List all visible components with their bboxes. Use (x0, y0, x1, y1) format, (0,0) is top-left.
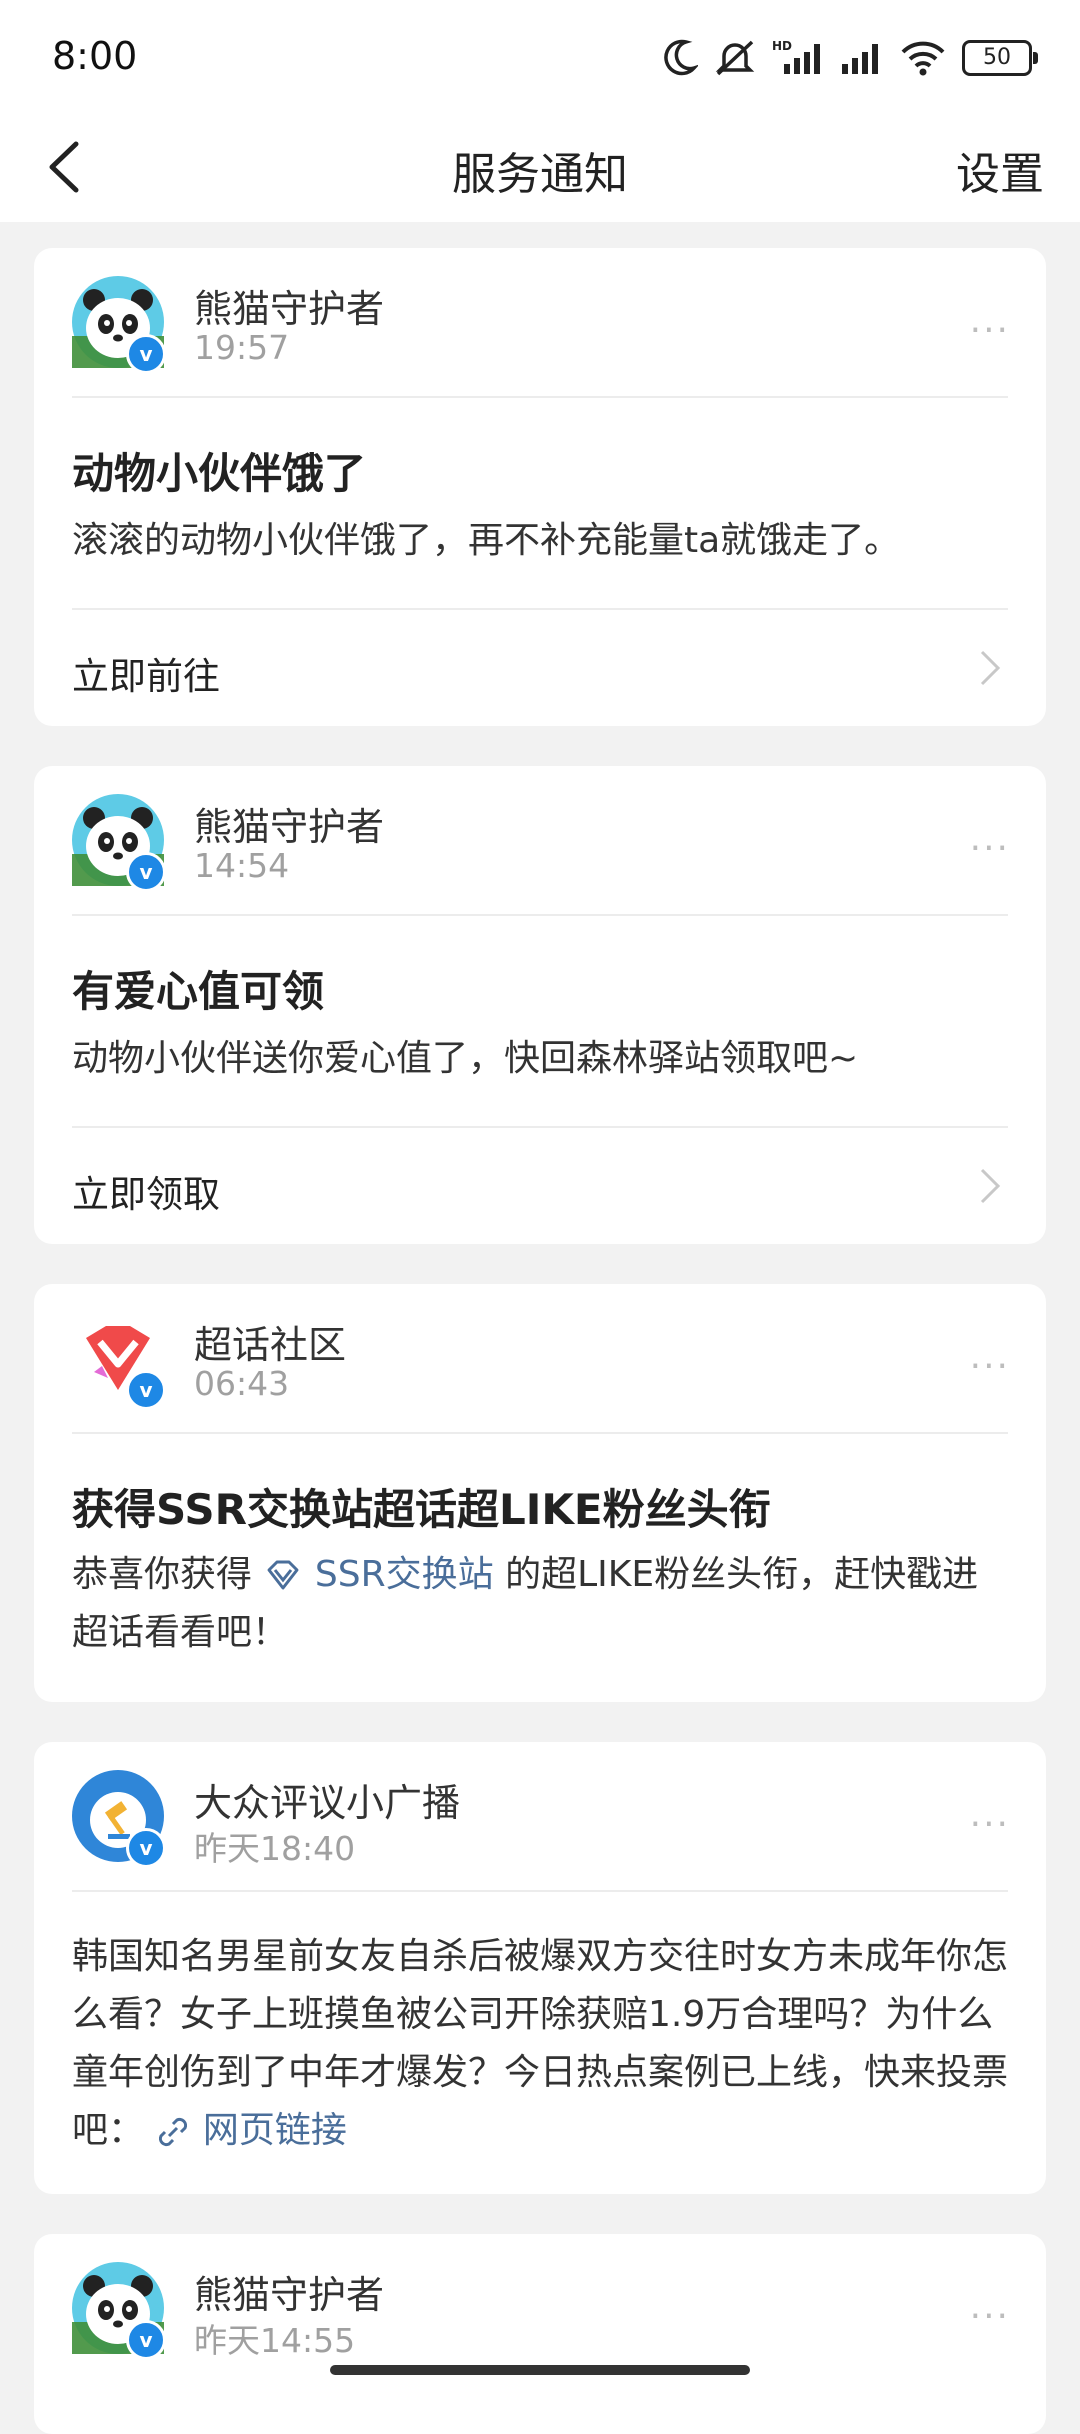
card-header: v 熊猫守护者 19:57 ··· (34, 248, 1046, 398)
card-header: v 熊猫守护者 昨天14:55 ··· (34, 2234, 1046, 2384)
more-options-icon[interactable]: ··· (970, 828, 1010, 869)
hd-signal-icon: HD (772, 39, 820, 74)
message-time: 14:54 (194, 846, 290, 885)
notification-title: 动物小伙伴饿了 (72, 449, 367, 498)
go-now-action[interactable]: 立即前往 (72, 646, 220, 700)
diamond-icon (267, 1560, 299, 1590)
notification-body: 韩国知名男星前女友自杀后被爆双方交往时女方未成年你怎么看？女子上班摸鱼被公司开除… (72, 1928, 1008, 2160)
moon-icon (664, 39, 698, 76)
notification-body: 滚滚的动物小伙伴饿了，再不补充能量ta就饿走了。 (72, 520, 901, 561)
divider (72, 914, 1008, 916)
notification-card: v 熊猫守护者 14:54 ··· 有爱心值可领 动物小伙伴送你爱心值了，快回森… (34, 766, 1046, 1244)
notification-card: v 熊猫守护者 19:57 ··· 动物小伙伴饿了 滚滚的动物小伙伴饿了，再不补… (34, 248, 1046, 726)
notification-body: 动物小伙伴送你爱心值了，快回森林驿站领取吧~ (72, 1038, 859, 1079)
more-options-icon[interactable]: ··· (970, 1804, 1010, 1845)
status-time: 8:00 (52, 34, 138, 78)
status-bar: 8:00 HD 50 (0, 0, 1080, 110)
battery-icon: 50 (962, 40, 1038, 76)
divider (72, 396, 1008, 398)
verified-badge-icon: v (126, 1828, 166, 1868)
divider (72, 1126, 1008, 1128)
notification-title: 获得SSR交换站超话超LIKE粉丝头衔 (72, 1485, 771, 1534)
claim-now-action[interactable]: 立即领取 (72, 1164, 220, 1218)
wifi-icon (901, 41, 945, 76)
sender-name[interactable]: 超话社区 (194, 1314, 346, 1369)
verified-badge-icon: v (126, 852, 166, 892)
chevron-right-icon[interactable] (978, 648, 1002, 688)
card-header: v 超话社区 06:43 ··· (34, 1284, 1046, 1434)
divider (72, 1890, 1008, 1892)
more-options-icon[interactable]: ··· (970, 310, 1010, 351)
svg-text:HD: HD (772, 39, 792, 53)
nav-bar: 服务通知 设置 (0, 110, 1080, 222)
notification-card: v 大众评议小广播 昨天18:40 ··· 韩国知名男星前女友自杀后被爆双方交往… (34, 1742, 1046, 2194)
settings-button[interactable]: 设置 (956, 138, 1044, 202)
mute-icon (715, 40, 755, 76)
body-text-prefix: 恭喜你获得 (72, 1554, 253, 1595)
super-topic-link[interactable]: SSR交换站 (315, 1554, 494, 1595)
verified-badge-icon: v (126, 1370, 166, 1410)
message-time: 06:43 (194, 1364, 290, 1403)
sender-name[interactable]: 熊猫守护者 (194, 278, 384, 333)
verified-badge-icon: v (126, 2320, 166, 2360)
divider (72, 1432, 1008, 1434)
more-options-icon[interactable]: ··· (970, 1346, 1010, 1387)
notification-title: 有爱心值可领 (72, 967, 325, 1016)
home-indicator[interactable] (330, 2365, 750, 2375)
sender-name[interactable]: 大众评议小广播 (194, 1772, 460, 1827)
message-time: 19:57 (194, 328, 290, 367)
divider (72, 608, 1008, 610)
verified-badge-icon: v (126, 334, 166, 374)
notification-body: 恭喜你获得 SSR交换站 的超LIKE粉丝头衔，赶快戳进超话看看吧！ (72, 1546, 1008, 1662)
status-icons: HD 50 (662, 36, 1038, 80)
page-title: 服务通知 (452, 149, 628, 200)
sender-name[interactable]: 熊猫守护者 (194, 796, 384, 851)
notification-card: v 熊猫守护者 昨天14:55 ··· (34, 2234, 1046, 2434)
message-time: 昨天18:40 (194, 1829, 356, 1868)
web-link[interactable]: 网页链接 (203, 2110, 347, 2151)
link-icon (159, 2117, 188, 2147)
card-header: v 熊猫守护者 14:54 ··· (34, 766, 1046, 916)
notification-card: v 超话社区 06:43 ··· 获得SSR交换站超话超LIKE粉丝头衔 恭喜你… (34, 1284, 1046, 1702)
more-options-icon[interactable]: ··· (970, 2296, 1010, 2337)
chevron-right-icon[interactable] (978, 1166, 1002, 1206)
message-time: 昨天14:55 (194, 2321, 356, 2360)
card-header: v 大众评议小广播 昨天18:40 ··· (34, 1742, 1046, 1892)
sender-name[interactable]: 熊猫守护者 (194, 2264, 384, 2319)
signal-icon (842, 44, 878, 74)
